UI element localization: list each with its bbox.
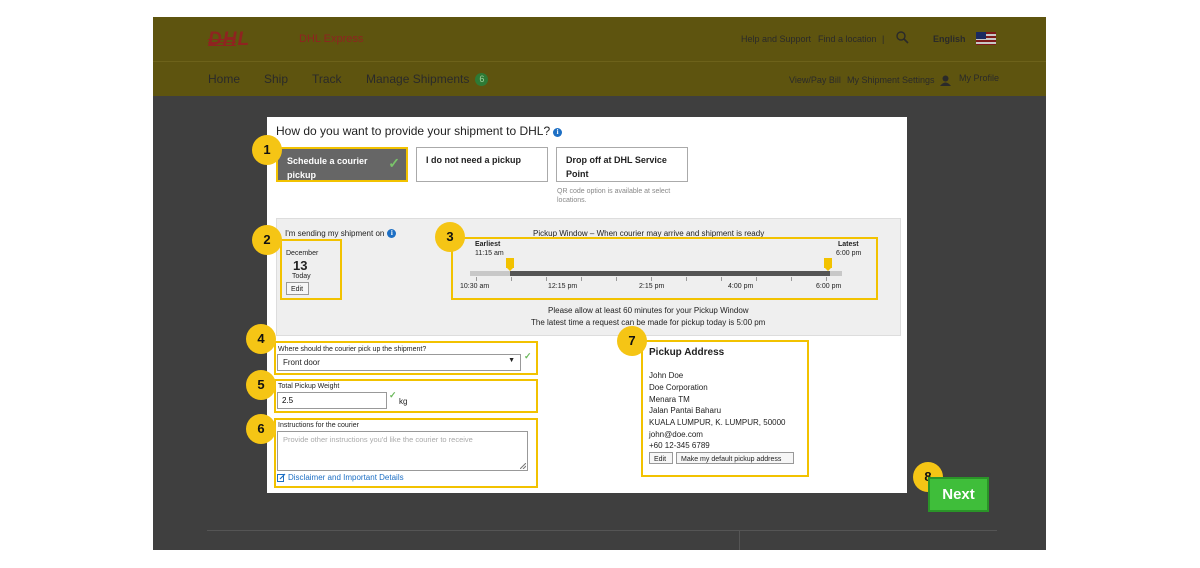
- address-line: Jalan Pantai Baharu: [649, 406, 722, 415]
- timeline-tick: [791, 277, 792, 281]
- address-email: john@doe.com: [649, 430, 703, 439]
- timeline-tick: [616, 277, 617, 281]
- option-no-pickup[interactable]: I do not need a pickup: [416, 147, 548, 182]
- timeline-tick: [511, 277, 512, 281]
- address-title: Pickup Address: [649, 347, 725, 358]
- address-line: Doe Corporation: [649, 383, 708, 392]
- latest-label: Latest: [838, 241, 859, 248]
- timeline-tick: [721, 277, 722, 281]
- tick-label: 6:00 pm: [816, 283, 842, 290]
- manage-badge: 6: [475, 73, 489, 86]
- sending-date-label: I'm sending my shipment on i: [285, 229, 397, 238]
- step-badge-6: 6: [246, 414, 276, 444]
- sending-date-text: I'm sending my shipment on: [285, 229, 385, 238]
- nav-ship[interactable]: Ship: [264, 72, 288, 86]
- timeline-tick: [581, 277, 582, 281]
- footer-divider: [207, 530, 997, 531]
- weight-unit: kg: [399, 397, 408, 406]
- info-icon[interactable]: i: [387, 229, 397, 238]
- highlight-box-window: [451, 237, 878, 300]
- timeline-tick: [686, 277, 687, 281]
- timeline-selected-range: [510, 271, 830, 276]
- date-day: 13: [293, 258, 308, 273]
- window-note-2: The latest time a request can be made fo…: [531, 318, 766, 327]
- instructions-placeholder: Provide other instructions you'd like th…: [283, 435, 473, 444]
- footer-separator: [739, 530, 740, 550]
- language-selector[interactable]: English: [933, 34, 966, 44]
- date-today: Today: [292, 273, 311, 280]
- step-badge-7: 7: [617, 326, 647, 356]
- latest-time: 6:00 pm: [836, 250, 862, 257]
- disclaimer-link[interactable]: Disclaimer and Important Details: [288, 473, 404, 482]
- edit-document-icon: [277, 473, 286, 482]
- qr-note: QR code option is available at select lo…: [557, 188, 671, 204]
- nav-manage-shipments[interactable]: Manage Shipments 6: [366, 72, 489, 86]
- option-drop-off[interactable]: Drop off at DHL Service Point: [556, 147, 688, 182]
- address-line: John Doe: [649, 371, 684, 380]
- step-badge-4: 4: [246, 324, 276, 354]
- timeline-tick: [476, 277, 477, 281]
- tick-label: 10:30 am: [460, 283, 490, 290]
- check-icon: ✓: [389, 390, 397, 400]
- nav-manage-label: Manage Shipments: [366, 72, 470, 86]
- brand-name: DHL Express: [299, 33, 364, 45]
- option-drop-off-label: Drop off at DHL Service Point: [566, 155, 667, 179]
- question-text: How do you want to provide your shipment…: [276, 124, 551, 138]
- header-divider: |: [882, 34, 885, 44]
- earliest-time: 11:15 am: [475, 250, 504, 257]
- window-note-1: Please allow at least 60 minutes for you…: [548, 306, 749, 315]
- info-icon[interactable]: i: [553, 128, 563, 137]
- address-edit-button[interactable]: Edit: [649, 452, 673, 464]
- main-nav: Home Ship Track Manage Shipments 6 View/P…: [153, 61, 1046, 96]
- latest-slider-handle[interactable]: [824, 258, 832, 271]
- malaysia-flag-icon[interactable]: [976, 32, 996, 45]
- instructions-textarea[interactable]: Provide other instructions you'd like th…: [277, 431, 528, 471]
- nav-track[interactable]: Track: [312, 72, 342, 86]
- nav-home[interactable]: Home: [208, 72, 240, 86]
- timeline-tick: [546, 277, 547, 281]
- option-schedule-label: Schedule a courier pickup: [287, 156, 368, 180]
- step-badge-5: 5: [246, 370, 276, 400]
- location-value: Front door: [283, 358, 320, 367]
- view-pay-bill-link[interactable]: View/Pay Bill: [789, 75, 841, 85]
- option-no-pickup-label: I do not need a pickup: [426, 155, 522, 165]
- step-badge-1: 1: [252, 135, 282, 165]
- top-header: DHL DHL Express Help and Support Find a …: [153, 17, 1046, 61]
- earliest-slider-handle[interactable]: [506, 258, 514, 271]
- tick-label: 4:00 pm: [728, 283, 754, 290]
- timeline-tick: [651, 277, 652, 281]
- location-select[interactable]: Front door ▼: [277, 354, 521, 371]
- earliest-label: Earliest: [475, 241, 501, 248]
- search-icon[interactable]: [896, 31, 909, 44]
- address-line: KUALA LUMPUR, K. LUMPUR, 50000: [649, 418, 786, 427]
- tick-label: 12:15 pm: [548, 283, 578, 290]
- date-month: December: [286, 250, 319, 257]
- address-line: Menara TM: [649, 395, 690, 404]
- tick-label: 2:15 pm: [639, 283, 665, 290]
- dhl-logo[interactable]: DHL: [208, 29, 250, 51]
- find-location-link[interactable]: Find a location: [818, 34, 877, 44]
- my-profile-link[interactable]: My Profile: [959, 73, 999, 83]
- next-button[interactable]: Next: [928, 477, 989, 512]
- option-schedule-courier[interactable]: Schedule a courier pickup ✓: [276, 147, 408, 182]
- weight-input[interactable]: [277, 392, 387, 409]
- address-phone: +60 12-345 6789: [649, 441, 710, 450]
- shipment-settings-link[interactable]: My Shipment Settings: [847, 75, 935, 85]
- user-icon[interactable]: [940, 75, 951, 86]
- timeline-tick: [826, 277, 827, 281]
- weight-label: Total Pickup Weight: [278, 383, 340, 390]
- make-default-address-button[interactable]: Make my default pickup address: [676, 452, 794, 464]
- pickup-question: How do you want to provide your shipment…: [276, 124, 563, 138]
- help-support-link[interactable]: Help and Support: [741, 34, 811, 44]
- location-label: Where should the courier pick up the shi…: [278, 346, 427, 353]
- chevron-down-icon: ▼: [508, 357, 515, 364]
- step-badge-3: 3: [435, 222, 465, 252]
- instructions-label: Instructions for the courier: [278, 422, 359, 429]
- step-badge-2: 2: [252, 225, 282, 255]
- date-edit-button[interactable]: Edit: [286, 282, 309, 295]
- check-icon: ✓: [524, 351, 532, 361]
- timeline-tick: [756, 277, 757, 281]
- resize-handle-icon[interactable]: [520, 463, 526, 469]
- check-icon: ✓: [388, 155, 400, 171]
